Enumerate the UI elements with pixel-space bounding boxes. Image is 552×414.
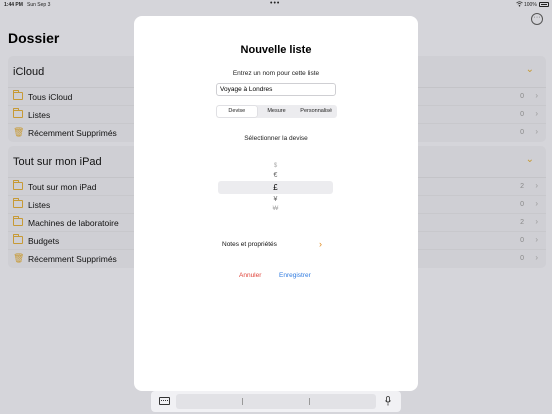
chevron-right-icon: › bbox=[535, 127, 538, 136]
list-name-input[interactable] bbox=[216, 83, 336, 96]
list-item-label: Récemment Supprimés bbox=[28, 128, 117, 138]
divider bbox=[242, 398, 243, 405]
picker-option-selected[interactable]: £ bbox=[218, 183, 333, 192]
list-item-label: Budgets bbox=[28, 236, 60, 246]
list-item-count: 2 bbox=[520, 183, 524, 190]
section-title: iCloud bbox=[13, 66, 45, 78]
page-title: Dossier bbox=[8, 30, 60, 46]
battery-percent: 100% bbox=[524, 2, 537, 8]
chevron-right-icon: › bbox=[535, 181, 538, 190]
list-item-count: 0 bbox=[520, 201, 524, 208]
new-list-sheet: Nouvelle liste Entrez un nom pour cette … bbox=[134, 16, 418, 391]
chevron-right-icon: › bbox=[535, 199, 538, 208]
notes-and-properties-link[interactable]: Notes et propriétés bbox=[222, 241, 277, 248]
folder-icon bbox=[13, 234, 23, 244]
chevron-right-icon: › bbox=[535, 235, 538, 244]
status-bar: 1:44 PM Sun Sep 3 ••• 100% bbox=[0, 0, 552, 10]
list-item-label: Tous iCloud bbox=[28, 92, 73, 102]
picker-option[interactable]: € bbox=[218, 172, 333, 179]
wifi-icon bbox=[516, 1, 523, 7]
section-title: Tout sur mon iPad bbox=[13, 156, 102, 168]
currency-picker[interactable]: $ € £ ¥ ₩ bbox=[218, 161, 333, 216]
list-item-label: Tout sur mon iPad bbox=[28, 182, 97, 192]
folder-icon bbox=[13, 108, 23, 118]
chevron-right-icon: › bbox=[535, 91, 538, 100]
list-item-label: Listes bbox=[28, 110, 51, 120]
save-button[interactable]: Enregistrer bbox=[279, 272, 311, 279]
more-options-button[interactable]: ··· bbox=[531, 13, 543, 25]
microphone-icon[interactable] bbox=[385, 396, 391, 406]
list-item-count: 2 bbox=[520, 219, 524, 226]
multitasking-dots-icon[interactable]: ••• bbox=[270, 0, 280, 7]
picker-option[interactable]: ₩ bbox=[218, 206, 333, 212]
list-item-label: Listes bbox=[28, 200, 51, 210]
folder-icon bbox=[13, 180, 23, 190]
cancel-button[interactable]: Annuler bbox=[239, 272, 261, 279]
trash-icon: 🗑 bbox=[13, 253, 25, 263]
list-item-count: 0 bbox=[520, 129, 524, 136]
tab-mesure[interactable]: Mesure bbox=[257, 106, 297, 117]
chevron-right-icon: › bbox=[535, 109, 538, 118]
keyboard-icon[interactable] bbox=[159, 397, 170, 405]
divider bbox=[309, 398, 310, 405]
chevron-right-icon[interactable]: › bbox=[319, 239, 322, 249]
status-time: 1:44 PM bbox=[4, 2, 23, 8]
list-type-segmented-control: Devise Mesure Personnalisé bbox=[216, 105, 337, 118]
list-item-label: Récemment Supprimés bbox=[28, 254, 117, 264]
chevron-down-icon[interactable]: ⌄ bbox=[526, 154, 534, 165]
tab-personnalise[interactable]: Personnalisé bbox=[296, 106, 336, 117]
list-item-count: 0 bbox=[520, 255, 524, 262]
currency-select-label: Sélectionner la devise bbox=[244, 135, 308, 142]
chevron-right-icon: › bbox=[535, 217, 538, 226]
list-item-count: 0 bbox=[520, 237, 524, 244]
trash-icon: 🗑 bbox=[13, 127, 25, 137]
predictive-text-bar[interactable] bbox=[176, 394, 376, 409]
folder-icon bbox=[13, 216, 23, 226]
folder-icon bbox=[13, 198, 23, 208]
list-item-count: 0 bbox=[520, 93, 524, 100]
list-item-label: Machines de laboratoire bbox=[28, 218, 119, 228]
name-prompt: Entrez un nom pour cette liste bbox=[232, 70, 320, 77]
sheet-title: Nouvelle liste bbox=[240, 44, 312, 56]
battery-icon bbox=[539, 2, 549, 7]
folder-icon bbox=[13, 90, 23, 100]
picker-option[interactable]: ¥ bbox=[218, 196, 333, 203]
chevron-right-icon: › bbox=[535, 253, 538, 262]
list-item-count: 0 bbox=[520, 111, 524, 118]
tab-devise[interactable]: Devise bbox=[217, 106, 257, 117]
chevron-down-icon[interactable]: ⌄ bbox=[526, 64, 534, 75]
status-date: Sun Sep 3 bbox=[27, 2, 51, 8]
picker-option[interactable]: $ bbox=[218, 163, 333, 169]
